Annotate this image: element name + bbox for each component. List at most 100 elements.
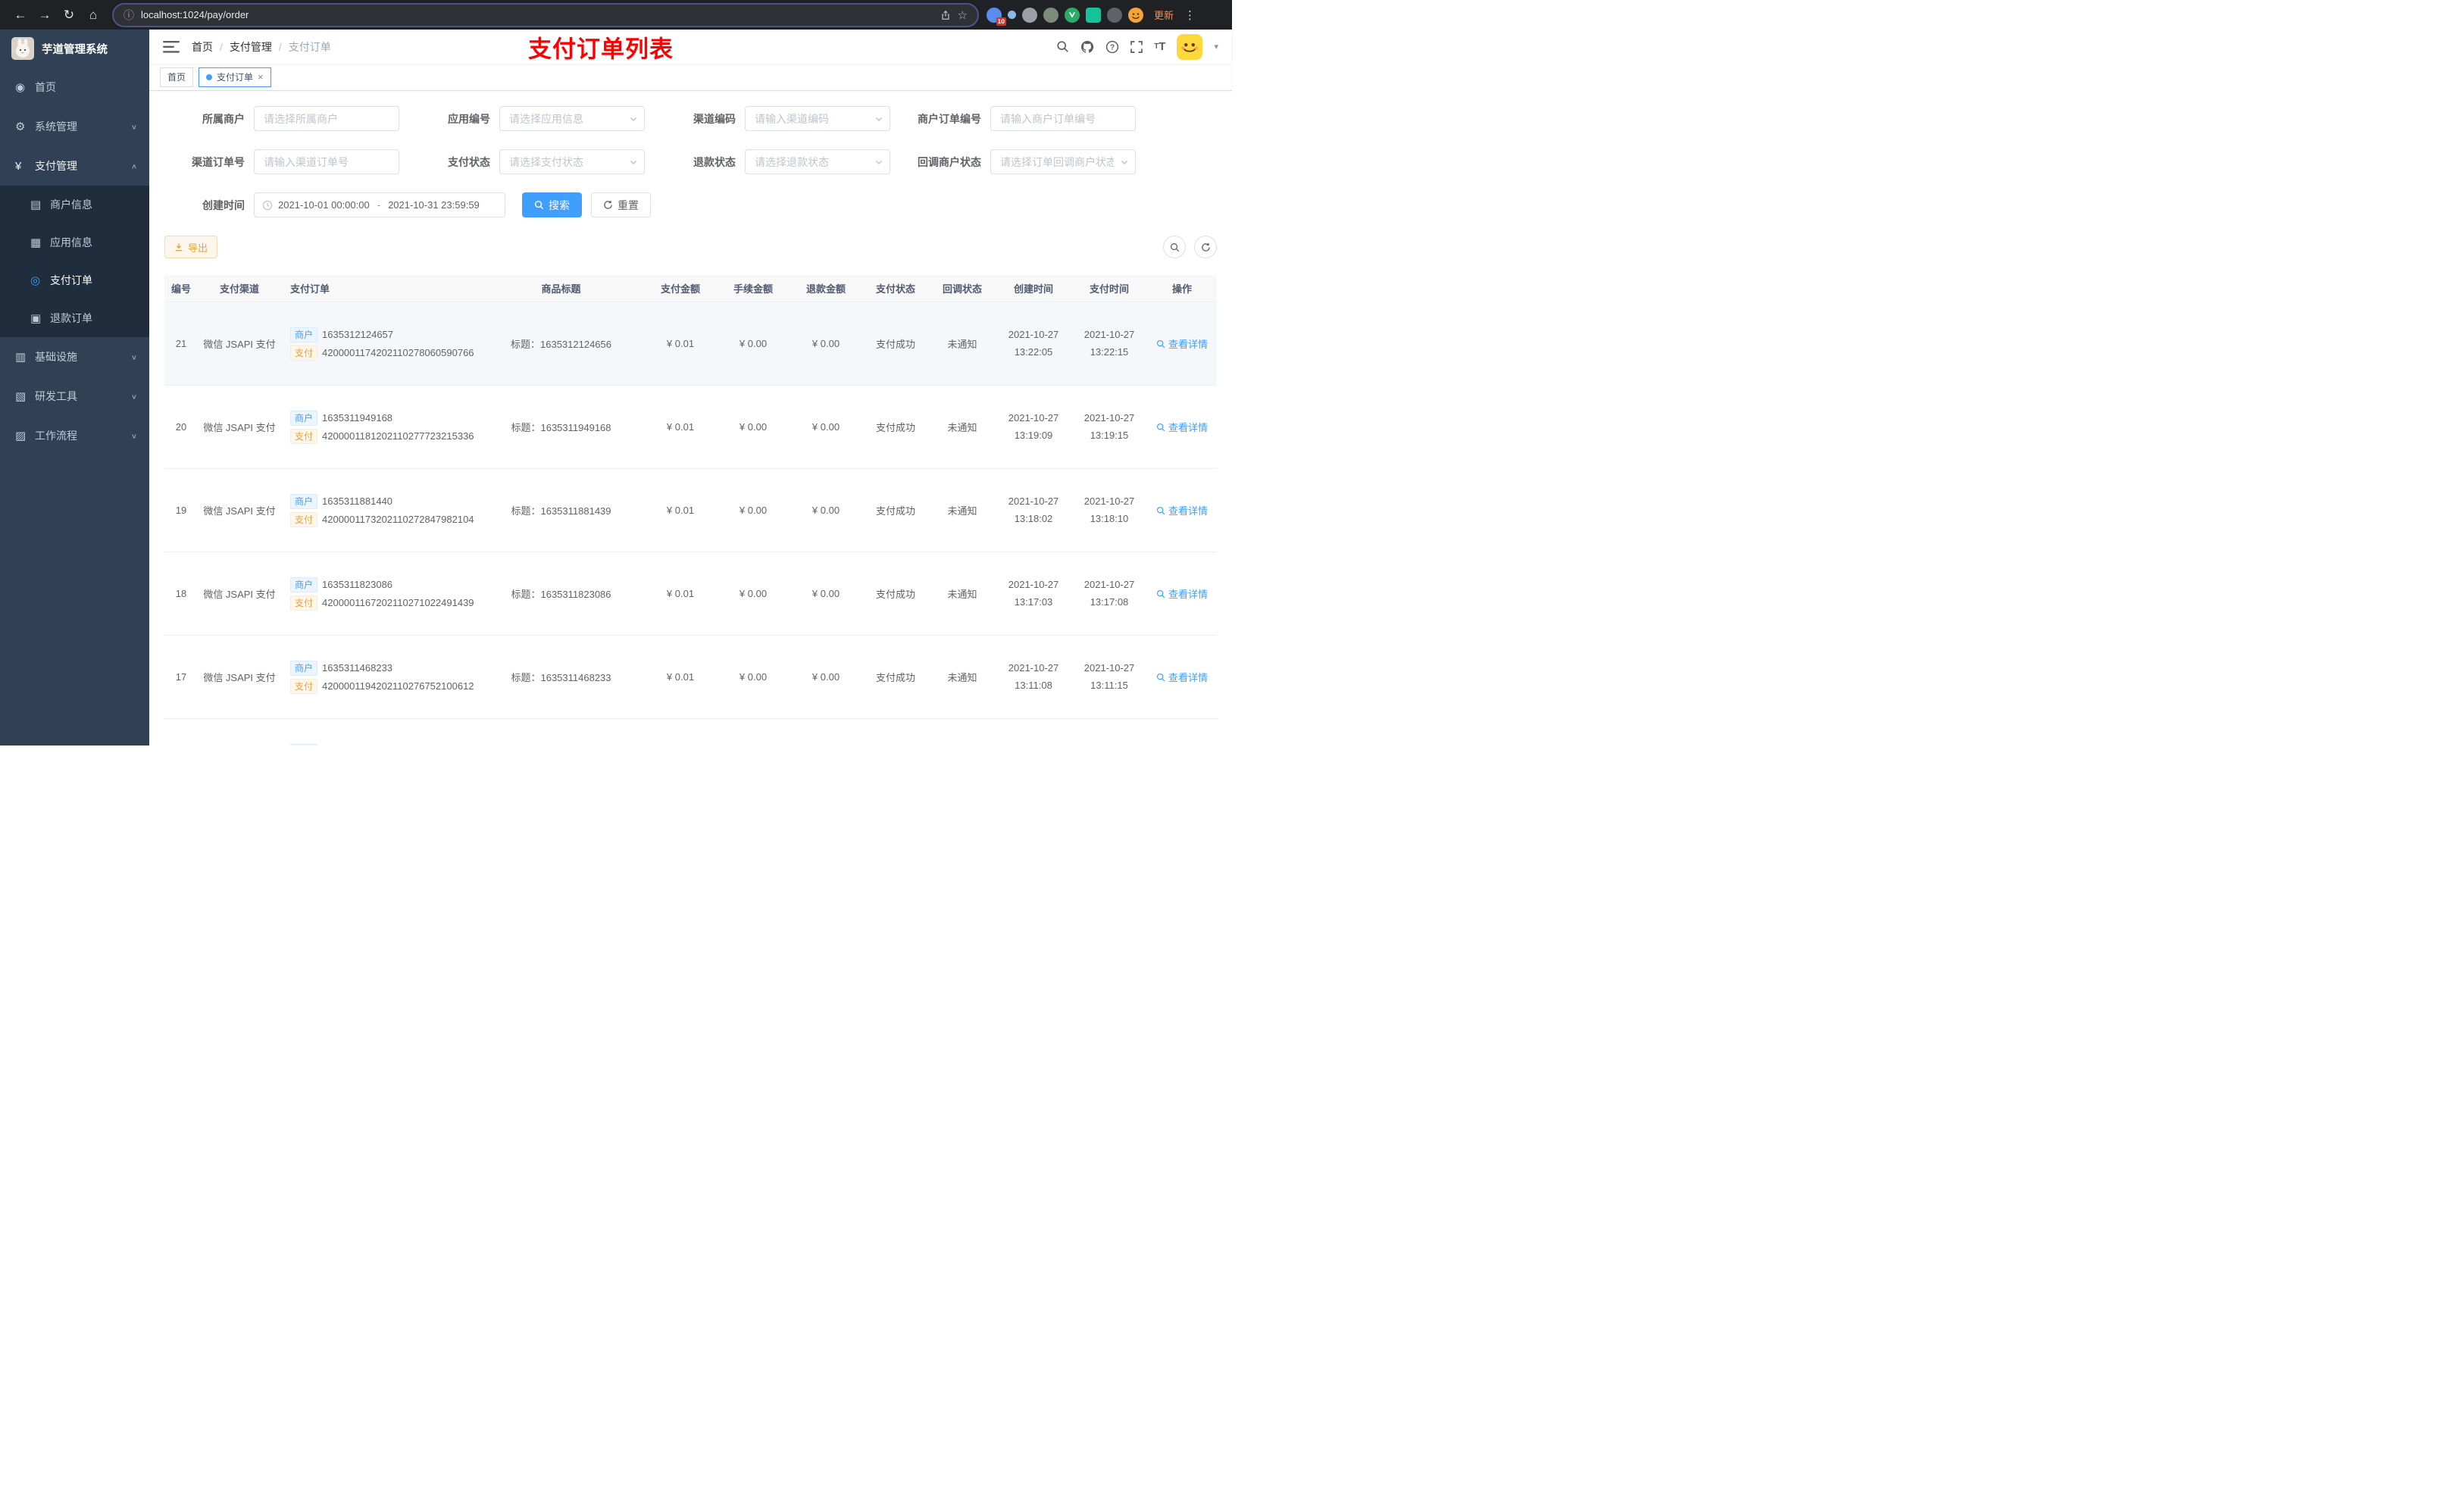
bookmark-star-icon[interactable]: ☆ <box>958 8 968 22</box>
github-icon[interactable] <box>1080 40 1094 54</box>
merchant-input[interactable] <box>254 106 399 131</box>
view-detail-link[interactable]: 查看详情 <box>1147 336 1217 351</box>
extension-icon[interactable] <box>1086 7 1101 23</box>
table-row[interactable]: 20 微信 JSAPI 支付 商户 1635311949168 支付 4200001… <box>164 386 1217 469</box>
table-row[interactable]: 17 微信 JSAPI 支付 商户 1635311468233 支付 4200001… <box>164 636 1217 719</box>
sidebar-item-home[interactable]: ◉ 首页 <box>0 67 149 107</box>
cell-pay-status: 支付成功 <box>875 422 915 433</box>
chrome-update-button[interactable]: 更新 <box>1154 8 1174 22</box>
sidebar-item-system[interactable]: ⚙ 系统管理 ∨ <box>0 107 149 146</box>
refresh-icon[interactable] <box>1194 236 1217 258</box>
forward-icon[interactable]: → <box>33 4 56 27</box>
filter-label: 渠道订单号 <box>192 155 245 168</box>
sidebar-item-workflow[interactable]: ▨ 工作流程 ∨ <box>0 416 149 455</box>
view-detail-link[interactable]: 查看详情 <box>1147 670 1217 684</box>
site-info-icon[interactable]: ⓘ <box>124 8 134 23</box>
sidebar-item-dev-tools[interactable]: ▧ 研发工具 ∨ <box>0 377 149 416</box>
chevron-down-icon <box>874 158 883 167</box>
table-row[interactable]: 19 微信 JSAPI 支付 商户 1635311881440 支付 4200001… <box>164 469 1217 552</box>
tag-pay-order[interactable]: 支付订单 × <box>199 67 271 87</box>
workflow-icon: ▨ <box>15 430 27 442</box>
sidebar-item-label: 支付订单 <box>50 274 92 286</box>
sidebar-item-payment[interactable]: ¥ 支付管理 ∧ <box>0 146 149 186</box>
caret-down-icon[interactable]: ▾ <box>1214 42 1218 52</box>
filter-merchant: 所属商户 <box>164 106 410 131</box>
reload-icon[interactable]: ↻ <box>58 4 80 27</box>
cell-pay-status: 支付成功 <box>875 505 915 517</box>
extension-icon[interactable] <box>1022 7 1037 23</box>
export-button[interactable]: 导出 <box>164 236 218 258</box>
filter-label: 商户订单编号 <box>918 112 981 125</box>
profile-avatar[interactable] <box>1128 7 1143 23</box>
home-glyph: ⌂ <box>89 7 98 22</box>
fullscreen-icon[interactable] <box>1130 40 1143 53</box>
sidebar-item-pay-order[interactable]: ◎ 支付订单 <box>0 261 149 299</box>
sidebar-item-infrastructure[interactable]: ▥ 基础设施 ∨ <box>0 337 149 377</box>
create-time-range-picker[interactable]: 2021-10-01 00:00:00 - 2021-10-31 23:59:5… <box>254 192 505 217</box>
merchant-order-no: 1635311823086 <box>322 579 393 590</box>
column-header-action: 操作 <box>1171 283 1192 295</box>
channel-code-select[interactable] <box>745 106 890 131</box>
extensions-tray: 10 <box>987 7 1143 26</box>
search-button[interactable]: 搜索 <box>522 192 582 217</box>
address-bar[interactable]: ⓘ localhost:1024/pay/order ☆ <box>114 4 977 26</box>
table-row[interactable]: 21 微信 JSAPI 支付 商户 1635312124657 支付 4200001… <box>164 302 1217 386</box>
hamburger-icon[interactable] <box>163 40 180 53</box>
view-detail-link[interactable]: 查看详情 <box>1147 503 1217 517</box>
pay-tag: 支付 <box>290 428 318 444</box>
cell-id: 18 <box>175 588 187 599</box>
font-size-icon[interactable]: TT <box>1154 41 1165 52</box>
callback-status-select[interactable] <box>990 149 1136 174</box>
channel-order-no-input[interactable] <box>254 149 399 174</box>
search-icon[interactable] <box>1056 40 1069 53</box>
table-row[interactable]: 商户1635311157286 支付 查看详情 <box>164 719 1217 746</box>
browser-menu-icon[interactable]: ⋮ <box>1181 8 1199 22</box>
tag-home[interactable]: 首页 <box>160 67 194 87</box>
breadcrumb-home[interactable]: 首页 <box>192 39 213 55</box>
cell-channel: 微信 JSAPI 支付 <box>203 672 276 683</box>
view-detail-link[interactable]: 查看详情 <box>1147 586 1217 601</box>
filter-label: 创建时间 <box>202 198 245 211</box>
extension-icon[interactable] <box>1008 11 1016 19</box>
close-icon[interactable]: × <box>258 72 264 82</box>
font-size-big-glyph: T <box>1159 40 1166 53</box>
app-no-select[interactable] <box>499 106 645 131</box>
pay-order-no: 4200001173202110272847982104 <box>322 514 474 525</box>
cell-fee-amount: ¥ 0.00 <box>739 588 768 599</box>
extension-puzzle-icon[interactable] <box>1107 7 1122 23</box>
sidebar-item-app-info[interactable]: ▦ 应用信息 <box>0 223 149 261</box>
refund-status-select[interactable] <box>745 149 890 174</box>
cell-channel: 微信 JSAPI 支付 <box>203 422 276 433</box>
user-avatar[interactable] <box>1177 33 1203 60</box>
cell-callback-status: 未通知 <box>947 589 977 600</box>
chevron-down-icon: ∨ <box>130 123 137 131</box>
column-header-pay-time: 支付时间 <box>1089 283 1129 295</box>
back-icon[interactable]: ← <box>9 4 32 27</box>
sidebar-logo[interactable]: 芋道管理系统 <box>0 30 149 67</box>
merchant-order-no-input[interactable] <box>990 106 1136 131</box>
cell-create-time: 2021-10-27 13:11:08 <box>1008 662 1059 691</box>
help-icon[interactable]: ? <box>1105 40 1119 54</box>
view-detail-label: 查看详情 <box>1168 672 1208 683</box>
extension-icon[interactable] <box>1043 7 1058 23</box>
reset-button[interactable]: 重置 <box>591 192 651 217</box>
table-row[interactable]: 18 微信 JSAPI 支付 商户 1635311823086 支付 4200001… <box>164 552 1217 636</box>
column-header-callback-status: 回调状态 <box>942 283 982 295</box>
cell-pay-time: 2021-10-27 13:22:15 <box>1083 329 1135 358</box>
table-toolbar: 导出 <box>164 236 1217 258</box>
sidebar-item-merchant-info[interactable]: ▤ 商户信息 <box>0 186 149 223</box>
share-icon[interactable] <box>940 10 951 20</box>
breadcrumb-section[interactable]: 支付管理 <box>230 39 272 55</box>
view-detail-link[interactable]: 查看详情 <box>1147 420 1217 434</box>
extension-icon[interactable]: 10 <box>987 7 1006 26</box>
cell-order: 商户 1635311468233 支付 4200001194202110276752… <box>281 658 478 697</box>
pay-status-select[interactable] <box>499 149 645 174</box>
toolbar-right <box>1155 236 1217 258</box>
toggle-search-icon[interactable] <box>1163 236 1186 258</box>
cell-fee-amount: ¥ 0.00 <box>739 671 768 683</box>
home-icon[interactable]: ⌂ <box>82 4 105 27</box>
vue-devtools-icon[interactable] <box>1065 7 1080 23</box>
sidebar-item-refund-order[interactable]: ▣ 退款订单 <box>0 299 149 337</box>
cell-pay-amount: ¥ 0.01 <box>666 505 695 516</box>
merchant-order-no: 1635311949168 <box>322 412 393 424</box>
